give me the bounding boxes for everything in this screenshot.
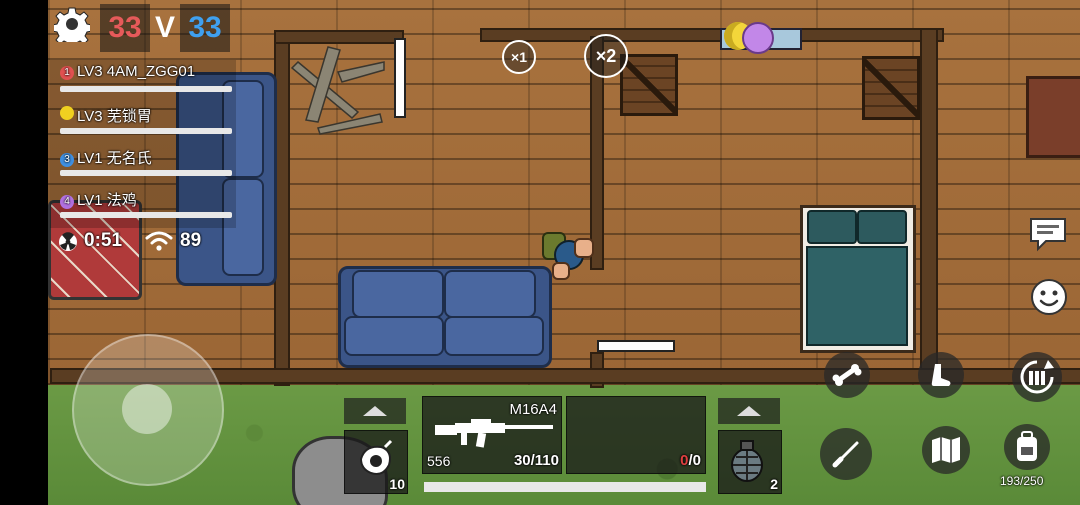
bed-blanket: [806, 246, 908, 346]
map-icon: [932, 437, 960, 463]
team-member-badge: 1: [60, 66, 74, 80]
magazine-count: 30/110: [513, 452, 559, 469]
team-score-right-value: 33: [188, 11, 222, 44]
game-screen: ×1 ×2 33 V 33 1 LV3 4AM_ZGG01 LV3 芜锁胃 3 LV…: [0, 0, 1080, 505]
gear-icon: [54, 7, 90, 42]
team-member-badge: [60, 106, 74, 120]
team-member-badge: 4: [60, 195, 74, 209]
team-member-row: 4 LV1 法鸡: [52, 186, 234, 224]
health-bar: [60, 128, 232, 134]
grenade-icon: [731, 440, 763, 482]
couch-cushion: [444, 270, 536, 318]
multiplier-label: ×2: [595, 46, 617, 66]
door[interactable]: [597, 340, 675, 352]
teammate-marker-icon: [742, 22, 774, 54]
team-member-row: 3 LV1 无名氏: [52, 144, 234, 182]
throwable-slot[interactable]: 2: [718, 430, 782, 494]
versus-text: V: [154, 11, 175, 44]
secondary-ammo-total: /0: [688, 452, 701, 469]
team-member-label: LV3 芜锁胃: [77, 108, 152, 125]
settings-button[interactable]: [52, 4, 92, 44]
team-member-name: 4 LV1 法鸡: [60, 189, 137, 210]
heal-item-count: 10: [389, 476, 405, 492]
movement-joystick[interactable]: [72, 334, 224, 486]
wall: [920, 28, 938, 384]
door[interactable]: [394, 38, 406, 118]
reload-progress-bar: [424, 482, 706, 492]
reload-icon: [1020, 360, 1054, 394]
foot-icon: [931, 364, 951, 386]
radiation-icon: [59, 232, 77, 251]
team-member-row: 1 LV3 4AM_ZGG01: [52, 60, 234, 98]
knife-icon: [832, 441, 859, 468]
zone-timer: 0:51: [84, 230, 123, 251]
team-member-name: LV3 芜锁胃: [60, 105, 152, 126]
prone-button[interactable]: [918, 352, 964, 398]
bone-icon: [832, 364, 862, 386]
backpack-capacity: 193/250: [1000, 474, 1044, 488]
multiplier-marker: ×2: [584, 34, 628, 78]
map-button[interactable]: [922, 426, 970, 474]
emote-button[interactable]: [1030, 278, 1068, 316]
backpack-button[interactable]: [1004, 424, 1050, 470]
chat-button[interactable]: [1028, 216, 1068, 252]
team-member-name: 1 LV3 4AM_ZGG01: [60, 63, 195, 80]
secondary-weapon-slot[interactable]: 0/0: [566, 396, 706, 474]
backpack-icon: [1017, 431, 1037, 461]
letterbox-left: [0, 0, 48, 505]
heal-item-slot[interactable]: 10: [344, 430, 408, 494]
wifi-icon: [145, 231, 173, 251]
team-member-label: LV3 4AM_ZGG01: [77, 63, 196, 80]
crate: [862, 56, 920, 120]
reload-button[interactable]: [1012, 352, 1062, 402]
broken-planks: [290, 46, 385, 135]
crouch-button[interactable]: [824, 352, 870, 398]
team-score-left-value: 33: [108, 11, 142, 44]
throwable-up-button[interactable]: [718, 398, 780, 424]
ammo-type: 556: [427, 453, 451, 469]
team-score-right: 33: [180, 4, 230, 52]
versus-label: V: [150, 4, 180, 52]
crate: [620, 54, 678, 116]
joystick-thumb[interactable]: [122, 384, 172, 434]
team-member-row: LV3 芜锁胃: [52, 102, 234, 140]
smiley-icon: [1031, 279, 1067, 315]
bed-pillow: [857, 210, 907, 244]
heal-item-icon: [359, 439, 393, 475]
multiplier-marker: ×1: [502, 40, 536, 74]
bed-pillow: [807, 210, 857, 244]
rifle-icon: [435, 419, 553, 448]
couch-cushion: [344, 316, 444, 356]
team-member-name: 3 LV1 无名氏: [60, 147, 152, 168]
player-character: [540, 230, 594, 290]
ping-value: 89: [180, 230, 202, 251]
health-bar: [60, 170, 232, 176]
team-member-label: LV1 无名氏: [77, 150, 152, 167]
melee-button[interactable]: [820, 428, 872, 480]
couch-cushion: [444, 316, 544, 356]
grenade-count: 2: [770, 476, 778, 492]
health-bar: [60, 212, 232, 218]
couch-cushion: [352, 270, 444, 318]
wall: [480, 28, 944, 42]
team-member-label: LV1 法鸡: [77, 192, 137, 209]
multiplier-label: ×1: [511, 49, 527, 65]
crate: [1026, 76, 1080, 158]
heal-item-up-button[interactable]: [344, 398, 406, 424]
primary-weapon-slot[interactable]: M16A4 556 30/110: [422, 396, 562, 474]
secondary-ammo: 0/0: [680, 452, 701, 469]
health-bar: [60, 86, 232, 92]
team-member-badge: 3: [60, 153, 74, 167]
chat-bubble-icon: [1030, 218, 1066, 252]
team-score-left: 33: [100, 4, 150, 52]
